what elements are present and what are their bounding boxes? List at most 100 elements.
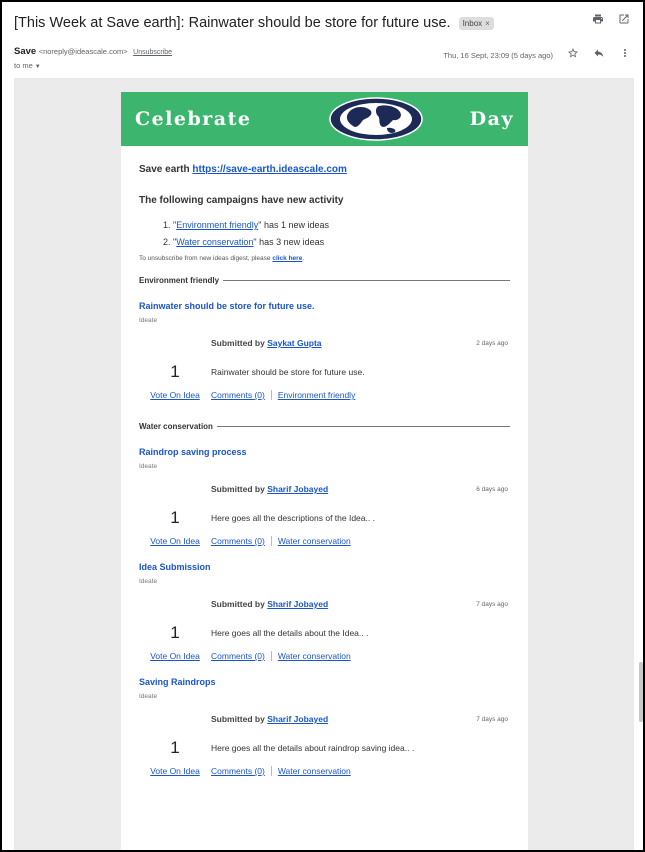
vote-count: 1 [170,738,180,757]
recipient-label: to me [14,61,33,70]
submitted-row: Submitted by Sharif Jobayed 7 days ago [139,714,510,724]
idea-links-row: Vote On Idea Comments (0) Water conserva… [139,766,510,776]
submitted-by: Submitted by Sharif Jobayed [211,484,328,494]
section-heading-text: Environment friendly [139,276,220,285]
chevron-down-icon: ▼ [34,64,41,70]
idea-item: Rainwater should be store for future use… [139,301,510,400]
vote-count: 1 [170,623,180,642]
vote-on-idea-link[interactable]: Vote On Idea [139,536,211,546]
author-link[interactable]: Sharif Jobayed [267,599,328,609]
idea-title-link[interactable]: Saving Raindrops [139,677,510,687]
idea-item: Saving Raindrops Ideate Submitted by Sha… [139,677,510,776]
unsubscribe-note-text: To unsubscribe from new ideas digest, pl… [139,255,273,262]
idea-age: 7 days ago [476,715,508,723]
submitted-by: Submitted by Sharif Jobayed [211,714,328,724]
click-here-link[interactable]: click here [272,255,302,262]
votes-row: 1 Here goes all the details about raindr… [139,738,510,758]
campaign-list: 1. "Environment friendly" has 1 new idea… [139,220,510,247]
site-line: Save earth https://save-earth.ideascale.… [139,164,510,175]
campaign-link[interactable]: Water conservation [278,651,351,661]
idea-age: 6 days ago [476,485,508,493]
idea-title-link[interactable]: Rainwater should be store for future use… [139,301,510,311]
campaign-link[interactable]: Water conservation [278,536,351,546]
inbox-label-chip[interactable]: Inbox × [458,16,494,30]
author-link[interactable]: Sharif Jobayed [267,714,328,724]
submitted-row: Submitted by Saykat Gupta 2 days ago [139,338,510,348]
submitted-row: Submitted by Sharif Jobayed 7 days ago [139,599,510,609]
more-vertical-icon[interactable] [619,46,631,64]
section-divider [223,280,510,281]
inbox-label-text: Inbox [462,18,483,28]
submitted-label: Submitted by [211,338,268,348]
reply-icon[interactable] [593,46,605,64]
subject-row: [This Week at Save earth]: Rainwater sho… [14,12,631,34]
submitted-by: Submitted by Sharif Jobayed [211,599,328,609]
comments-link[interactable]: Comments (0) [211,536,265,546]
sender-row: Save <noreply@ideascale.com> Unsubscribe… [14,46,631,74]
section-heading-environment-friendly: Environment friendly [139,276,510,285]
section-divider [216,426,510,427]
comments-link[interactable]: Comments (0) [211,766,265,776]
campaign-number: 1. [163,220,171,230]
submitted-label: Submitted by [211,484,268,494]
star-icon[interactable] [567,46,579,64]
vote-count: 1 [170,362,180,381]
idea-age: 7 days ago [476,600,508,608]
unsubscribe-link[interactable]: Unsubscribe [133,49,172,56]
campaign-link-environment-friendly[interactable]: Environment friendly [176,220,258,230]
votes-row: 1 Rainwater should be store for future u… [139,362,510,382]
author-link[interactable]: Saykat Gupta [267,338,321,348]
link-separator [270,651,272,661]
vote-count: 1 [170,508,180,527]
idea-type: Ideate [139,463,158,470]
digest-content: Save earth https://save-earth.ideascale.… [121,146,528,776]
campaign-link[interactable]: Environment friendly [278,390,355,400]
votes-row: 1 Here goes all the details about the Id… [139,623,510,643]
activity-title: The following campaigns have new activit… [139,195,344,206]
sender-name[interactable]: Save [14,46,36,57]
idea-item: Idea Submission Ideate Submitted by Shar… [139,562,510,661]
vote-on-idea-link[interactable]: Vote On Idea [139,390,211,400]
idea-links-row: Vote On Idea Comments (0) Water conserva… [139,536,510,546]
comments-link[interactable]: Comments (0) [211,651,265,661]
celebrate-day-banner: Celebrate Day [121,92,528,146]
idea-age: 2 days ago [476,339,508,347]
campaign-link[interactable]: Water conservation [278,766,351,776]
campaign-link-water-conservation[interactable]: Water conservation [176,237,253,247]
idea-description: Here goes all the details about raindrop… [211,743,415,753]
idea-description: Here goes all the details about the Idea… [211,628,369,638]
site-name: Save earth [139,164,190,175]
email-window: [This Week at Save earth]: Rainwater sho… [0,0,645,852]
email-body-background: Celebrate Day Save earth https://save-ea… [14,78,634,850]
date-actions: Thu, 16 Sept, 23:09 (5 days ago) [443,46,631,64]
site-url-link[interactable]: https://save-earth.ideascale.com [192,164,347,175]
banner-left-word: Celebrate [135,108,252,130]
email-date: Thu, 16 Sept, 23:09 (5 days ago) [443,50,553,60]
author-link[interactable]: Sharif Jobayed [267,484,328,494]
unsubscribe-note: To unsubscribe from new ideas digest, pl… [139,255,510,262]
section-heading-text: Water conservation [139,422,213,431]
votes-row: 1 Here goes all the descriptions of the … [139,508,510,528]
globe-icon [329,97,423,141]
scrollbar[interactable] [639,662,643,722]
remove-label-icon[interactable]: × [485,19,490,28]
idea-title-link[interactable]: Raindrop saving process [139,447,510,457]
link-separator [270,766,272,776]
vote-on-idea-link[interactable]: Vote On Idea [139,766,211,776]
idea-item: Raindrop saving process Ideate Submitted… [139,447,510,546]
comments-link[interactable]: Comments (0) [211,390,265,400]
idea-type: Ideate [139,578,158,585]
idea-type: Ideate [139,317,158,324]
print-icon[interactable] [591,12,605,26]
idea-description: Here goes all the descriptions of the Id… [211,513,375,523]
banner-right-word: Day [469,108,514,130]
submitted-label: Submitted by [211,714,268,724]
campaign-list-item: 2. "Water conservation" has 3 new ideas [163,237,325,247]
section-heading-water-conservation: Water conservation [139,422,510,431]
submitted-row: Submitted by Sharif Jobayed 6 days ago [139,484,510,494]
digest-card: Celebrate Day Save earth https://save-ea… [121,92,528,850]
idea-title-link[interactable]: Idea Submission [139,562,510,572]
vote-on-idea-link[interactable]: Vote On Idea [139,651,211,661]
open-in-new-window-icon[interactable] [617,12,631,26]
idea-type: Ideate [139,693,158,700]
